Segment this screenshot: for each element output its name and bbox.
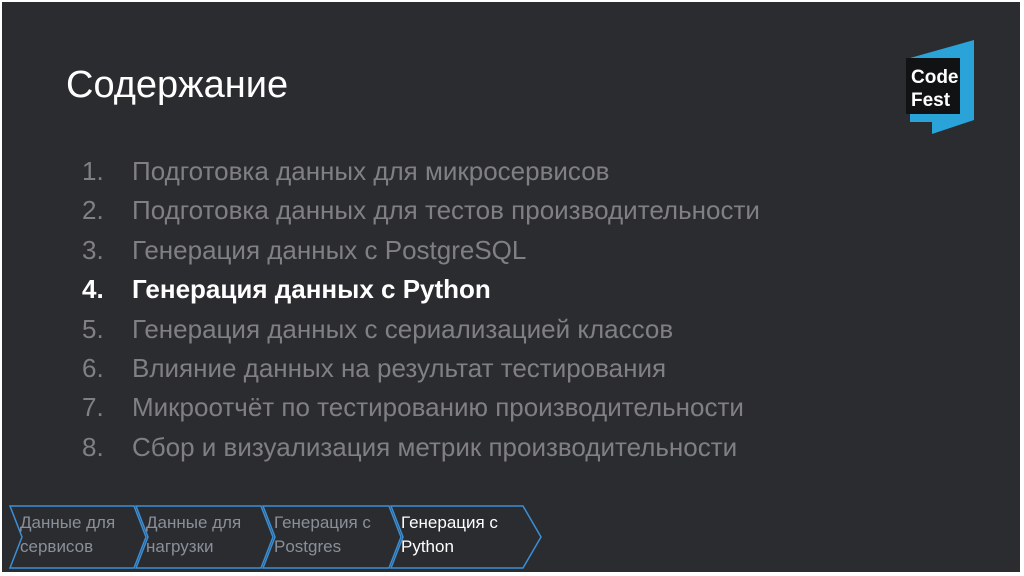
breadcrumb-step-generation-python[interactable]: Генерация с Python <box>401 511 498 559</box>
breadcrumb-step-generation-postgres[interactable]: Генерация с Postgres <box>274 511 371 559</box>
agenda-item: 6. Влияние данных на результат тестирован… <box>82 349 760 388</box>
breadcrumb-step-line1: Генерация с <box>274 513 371 532</box>
agenda-item-number: 7. <box>82 392 104 423</box>
breadcrumb-step-line1: Данные для <box>20 513 116 532</box>
agenda-item-text: Подготовка данных для микросервисов <box>132 156 610 186</box>
breadcrumb-step-data-for-load[interactable]: Данные для нагрузки <box>146 511 241 559</box>
agenda-item-text: Генерация данных с PostgreSQL <box>132 234 527 265</box>
agenda-item: 7. Микроотчёт по тестированию производите… <box>82 388 760 427</box>
logo-line2: Fest <box>911 90 951 111</box>
agenda-item-number: 4. <box>82 274 104 305</box>
agenda-item-text: Подготовка данных для тестов производите… <box>132 195 760 226</box>
agenda-item-text: Сбор и визуализация метрик производитель… <box>132 431 738 462</box>
agenda-item: 8. Сбор и визуализация метрик производите… <box>82 428 760 467</box>
agenda-item-active: 4. Генерация данных с Python <box>82 270 760 309</box>
breadcrumb-step-data-for-services[interactable]: Данные для сервисов <box>20 511 115 559</box>
agenda-item-number: 2. <box>82 195 104 226</box>
codefest-logo: Code Fest <box>906 40 974 134</box>
agenda-item-number: 3. <box>82 234 104 265</box>
agenda-item-number: 8. <box>82 431 104 462</box>
breadcrumb-step-line1: Данные для <box>146 513 242 532</box>
agenda-item-number: 1. <box>82 156 104 186</box>
agenda-item-text: Генерация данных с сериализацией классов <box>132 313 674 344</box>
breadcrumb-step-line2: нагрузки <box>146 537 214 556</box>
breadcrumb-step-line2: Postgres <box>274 537 342 556</box>
agenda-item: 2. Подготовка данных для тестов производи… <box>82 191 760 230</box>
breadcrumb-step-line2: Python <box>401 537 454 556</box>
agenda-item: 3. Генерация данных с PostgreSQL <box>82 231 760 270</box>
agenda-item-number: 6. <box>82 352 104 383</box>
agenda-item-text: Микроотчёт по тестированию производитель… <box>132 392 744 423</box>
breadcrumb-step-line2: сервисов <box>20 537 94 556</box>
breadcrumb-step-line1: Генерация с <box>401 513 498 532</box>
slide: Содержание Code Fest 1. Подготовка данных… <box>2 2 1020 572</box>
agenda-item-text: Влияние данных на результат тестирования <box>132 352 667 383</box>
logo-line1: Code <box>911 67 959 88</box>
agenda-list: 1. Подготовка данных для микросервисов 2.… <box>82 152 760 467</box>
agenda-item: 1. Подготовка данных для микросервисов <box>82 152 760 191</box>
slide-title: Содержание <box>66 64 289 106</box>
agenda-item-text: Генерация данных с Python <box>132 274 491 305</box>
agenda-item-number: 5. <box>82 313 104 344</box>
agenda-item: 5. Генерация данных с сериализацией класс… <box>82 310 760 349</box>
